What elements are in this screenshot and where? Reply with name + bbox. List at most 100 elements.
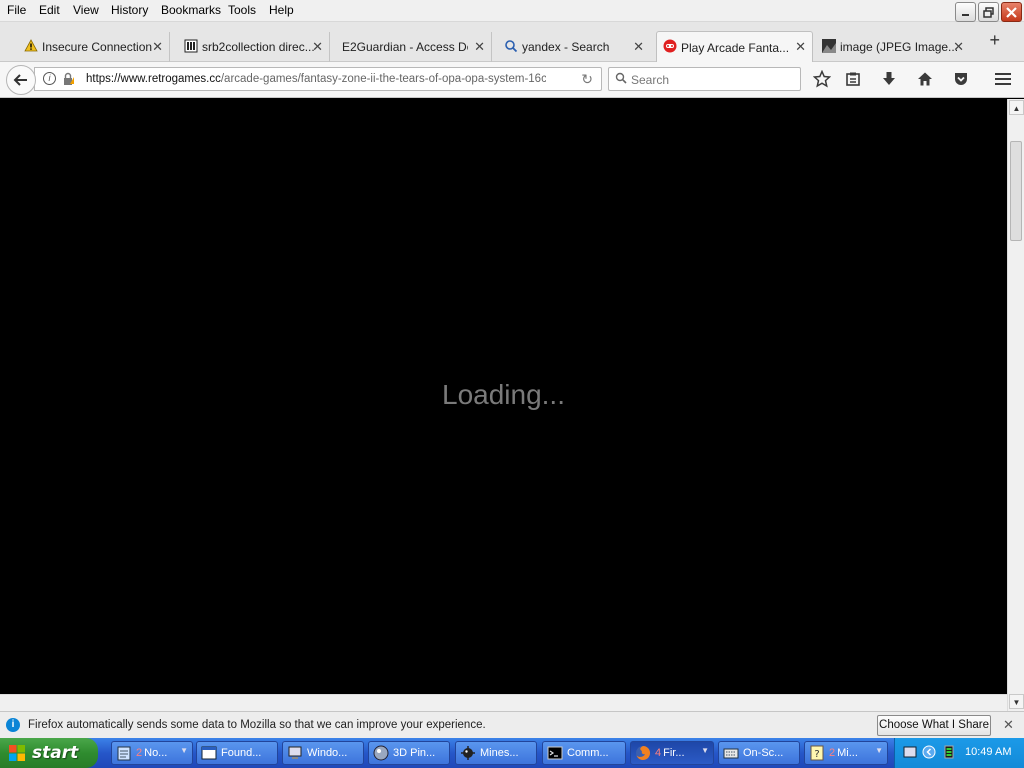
taskbar-label: 3D Pin... [393, 747, 436, 759]
taskbar-label: Fir... [663, 747, 685, 759]
taskbar-notepad[interactable]: 2 No... ▼ [111, 741, 193, 765]
search-input[interactable] [631, 71, 791, 88]
reload-icon[interactable]: ↻ [581, 71, 593, 88]
taskbar: start 2 No... ▼ Found... Windo... 3D Pin… [0, 738, 1024, 768]
scroll-thumb[interactable] [1010, 141, 1022, 241]
tab-close-icon[interactable]: ✕ [633, 39, 644, 55]
minimize-icon [961, 14, 969, 16]
game-viewport[interactable]: Loading... [0, 99, 1007, 694]
tab-srb2collection[interactable]: srb2collection direc... ✕ [178, 32, 330, 62]
window-controls [955, 2, 1022, 22]
tab-image-jpeg[interactable]: image (JPEG Image... ✕ [816, 32, 970, 62]
taskbar-label: Comm... [567, 747, 609, 759]
menu-bar: File Edit View History Bookmarks Tools H… [0, 0, 1024, 22]
gamepad-icon [663, 39, 677, 53]
tab-e2guardian[interactable]: E2Guardian - Access De... ✕ [336, 32, 492, 62]
cmd-icon [547, 746, 563, 760]
pinball-icon [373, 745, 389, 761]
url-host: https://www.retrogames.cc [86, 73, 221, 85]
taskbar-command-prompt[interactable]: Comm... [542, 741, 626, 765]
choose-what-i-share-button[interactable]: Choose What I Share [877, 715, 991, 736]
hamburger-icon [995, 73, 1011, 85]
taskbar-label: Mines... [480, 747, 519, 759]
menu-edit[interactable]: Edit [39, 3, 60, 17]
taskbar-found[interactable]: Found... [196, 741, 278, 765]
menu-view[interactable]: View [73, 3, 99, 17]
tab-play-arcade[interactable]: Play Arcade Fanta... ✕ [656, 31, 813, 63]
tab-close-icon[interactable]: ✕ [152, 39, 163, 55]
tab-label: yandex - Search [522, 40, 610, 54]
scroll-down-arrow[interactable]: ▼ [1009, 694, 1024, 709]
battery-icon[interactable] [942, 745, 956, 759]
tab-close-icon[interactable]: ✕ [312, 39, 323, 55]
start-button[interactable]: start [0, 738, 98, 768]
vertical-scrollbar[interactable]: ▲ ▼ [1007, 99, 1024, 711]
url-path: /arcade-games/fantasy-zone-ii-the-tears-… [220, 73, 546, 85]
menu-button[interactable] [992, 69, 1014, 89]
taskbar-label: On-Sc... [743, 747, 784, 759]
new-tab-button[interactable]: + [989, 30, 1000, 51]
tab-insecure-connection[interactable]: Insecure Connection ✕ [18, 32, 170, 62]
menu-history[interactable]: History [111, 3, 148, 17]
horizontal-scrollbar[interactable] [0, 694, 1007, 711]
menu-bookmarks[interactable]: Bookmarks [161, 3, 221, 17]
tab-close-icon[interactable]: ✕ [795, 39, 806, 55]
group-caret-icon: ▼ [180, 746, 188, 755]
search-icon [615, 72, 627, 84]
start-label: start [32, 743, 79, 763]
insecure-lock-icon[interactable] [61, 72, 75, 86]
screen: File Edit View History Bookmarks Tools H… [0, 0, 1024, 768]
taskbar-label: Found... [221, 747, 262, 759]
taskbar-on-screen-keyboard[interactable]: On-Sc... [718, 741, 800, 765]
pocket-icon [955, 73, 967, 85]
tray-collapse-icon[interactable] [922, 745, 936, 759]
library-icon [184, 39, 198, 53]
tab-strip: Insecure Connection ✕ srb2collection dir… [0, 22, 1024, 63]
scroll-up-arrow[interactable]: ▲ [1009, 100, 1024, 115]
warning-icon [24, 39, 38, 52]
loading-text: Loading... [442, 379, 565, 410]
pocket-button[interactable] [950, 69, 972, 89]
clock[interactable]: 10:49 AM [965, 746, 1011, 758]
home-button[interactable] [914, 69, 936, 89]
navigation-toolbar: i https://www.retrogames.cc/arcade-games… [0, 62, 1024, 98]
close-window-button[interactable] [1001, 2, 1022, 22]
menu-file[interactable]: File [7, 3, 26, 17]
tab-close-icon[interactable]: ✕ [474, 39, 485, 55]
close-notification-icon[interactable]: ✕ [1003, 717, 1014, 733]
downloads-button[interactable] [878, 69, 900, 89]
library-button[interactable] [842, 69, 864, 89]
back-arrow-icon [13, 74, 27, 86]
plus-icon: + [989, 30, 1000, 50]
taskbar-label: No... [144, 747, 168, 759]
firefox-icon [636, 745, 651, 760]
taskbar-firefox[interactable]: 4 Fir... ▼ [630, 741, 714, 765]
taskbar-minesweeper[interactable]: Mines... [455, 741, 537, 765]
image-thumb-icon [822, 39, 836, 53]
taskbar-label: Mi... [837, 747, 858, 759]
tab-close-icon[interactable]: ✕ [953, 39, 964, 55]
star-icon [813, 70, 831, 88]
back-button[interactable] [6, 65, 36, 95]
url-text[interactable]: https://www.retrogames.cc/arcade-games/f… [86, 73, 546, 85]
help-icon: ? [810, 745, 824, 761]
menu-help[interactable]: Help [269, 3, 294, 17]
bookmark-star-button[interactable] [811, 69, 833, 89]
minimize-button[interactable] [955, 2, 976, 22]
window-icon [201, 746, 217, 760]
computer-icon [288, 746, 302, 759]
tab-yandex-search[interactable]: yandex - Search ✕ [498, 32, 650, 62]
taskbar-microsoft-help[interactable]: ? 2 Mi... ▼ [804, 741, 888, 765]
search-box[interactable] [608, 67, 801, 91]
menu-tools[interactable]: Tools [228, 3, 256, 17]
url-bar[interactable]: i https://www.retrogames.cc/arcade-games… [34, 67, 602, 91]
info-icon[interactable]: i [43, 72, 56, 85]
restore-icon [983, 6, 994, 18]
tray-app-icon[interactable] [903, 745, 917, 759]
taskbar-3d-pinball[interactable]: 3D Pin... [368, 741, 450, 765]
taskbar-windows[interactable]: Windo... [282, 741, 364, 765]
restore-button[interactable] [978, 2, 999, 22]
close-icon [1006, 6, 1017, 18]
search-icon [505, 40, 518, 53]
group-count: 2 [829, 747, 836, 759]
